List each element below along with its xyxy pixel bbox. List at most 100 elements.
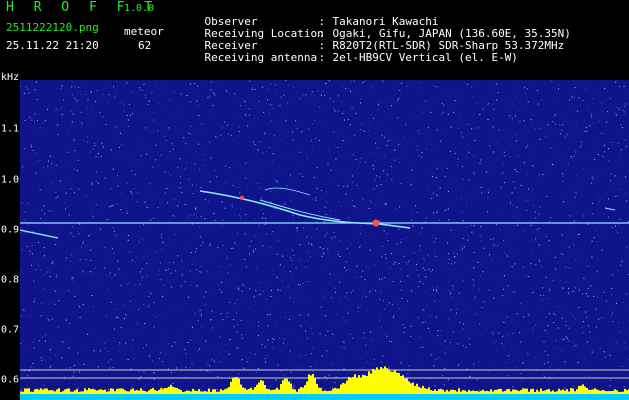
noise-pixel (197, 350, 199, 352)
date-time: 25.11.22 21:20 (6, 39, 99, 52)
power-bar (478, 391, 480, 394)
file-name: 2511222120.png (6, 21, 99, 34)
frequency-tick: 0.9 (1, 224, 20, 236)
noise-pixel (621, 260, 623, 262)
noise-pixel (626, 263, 628, 265)
noise-pixel (190, 146, 192, 148)
noise-pixel (435, 316, 437, 318)
noise-pixel (218, 282, 220, 284)
noise-pixel (276, 253, 278, 255)
power-bar (460, 391, 462, 394)
noise-pixel (254, 143, 256, 145)
noise-pixel (605, 356, 607, 358)
noise-pixel (468, 337, 470, 339)
power-bar (464, 390, 466, 394)
noise-pixel (432, 85, 434, 87)
noise-pixel (324, 376, 326, 378)
noise-pixel (574, 252, 576, 254)
noise-pixel (432, 269, 433, 271)
noise-pixel (602, 234, 604, 236)
noise-pixel (617, 142, 619, 144)
noise-pixel (498, 332, 500, 334)
noise-pixel (272, 153, 274, 155)
noise-pixel (35, 269, 37, 271)
noise-pixel (397, 277, 399, 279)
power-bar (48, 390, 50, 394)
power-bar (398, 373, 400, 394)
noise-pixel (283, 94, 285, 96)
noise-pixel (137, 375, 139, 377)
noise-pixel (538, 174, 540, 176)
noise-pixel (454, 262, 456, 264)
noise-pixel (539, 206, 541, 208)
noise-pixel (199, 309, 201, 311)
noise-pixel (195, 207, 197, 209)
power-bar (374, 369, 376, 394)
noise-pixel (129, 251, 131, 253)
noise-pixel (435, 358, 437, 360)
noise-pixel (204, 304, 206, 306)
noise-pixel (535, 367, 537, 369)
noise-pixel (357, 89, 359, 91)
noise-pixel (462, 280, 464, 282)
noise-pixel (306, 338, 308, 340)
noise-pixel (373, 117, 374, 119)
noise-pixel (246, 187, 248, 189)
noise-pixel (369, 364, 371, 366)
power-bar (24, 388, 26, 394)
power-bar (118, 388, 120, 394)
noise-pixel (543, 341, 545, 343)
noise-pixel (321, 190, 323, 191)
noise-pixel (625, 113, 627, 115)
power-bar (30, 391, 32, 394)
noise-pixel (144, 385, 146, 387)
noise-pixel (437, 357, 439, 359)
noise-pixel (46, 289, 48, 291)
noise-pixel (152, 192, 154, 194)
power-bar (110, 388, 112, 394)
noise-pixel (512, 215, 514, 217)
noise-pixel (369, 249, 371, 251)
noise-pixel (136, 201, 138, 203)
noise-pixel (165, 268, 167, 270)
noise-pixel (164, 171, 166, 173)
noise-pixel (65, 180, 67, 182)
noise-pixel (532, 381, 533, 383)
noise-pixel (526, 173, 528, 175)
power-bar (350, 377, 352, 394)
noise-pixel (434, 150, 436, 152)
noise-pixel (418, 274, 420, 276)
noise-pixel (545, 316, 547, 318)
power-bar (254, 387, 256, 394)
noise-pixel (381, 361, 383, 363)
noise-pixel (213, 277, 215, 279)
noise-pixel (368, 267, 370, 269)
power-bar (98, 389, 100, 394)
spectrogram-plot[interactable] (20, 80, 629, 400)
power-bar (364, 375, 366, 394)
noise-pixel (378, 342, 380, 343)
noise-pixel (76, 100, 77, 102)
noise-pixel (349, 252, 351, 254)
noise-pixel (598, 196, 600, 198)
power-bar (504, 390, 506, 394)
noise-pixel (86, 108, 88, 110)
noise-pixel (349, 124, 351, 126)
noise-pixel (133, 380, 135, 382)
noise-pixel (41, 171, 42, 173)
noise-pixel (209, 365, 211, 367)
noise-pixel (480, 226, 482, 228)
noise-pixel (133, 307, 135, 308)
noise-pixel (104, 177, 106, 179)
noise-pixel (40, 269, 42, 271)
noise-pixel (590, 117, 592, 118)
noise-pixel (515, 136, 517, 138)
noise-pixel (443, 104, 445, 106)
noise-pixel (550, 328, 552, 330)
noise-pixel (419, 82, 421, 84)
noise-pixel (435, 252, 437, 254)
noise-pixel (258, 224, 260, 226)
noise-pixel (419, 89, 421, 91)
noise-pixel (608, 216, 609, 218)
noise-pixel (116, 151, 118, 153)
